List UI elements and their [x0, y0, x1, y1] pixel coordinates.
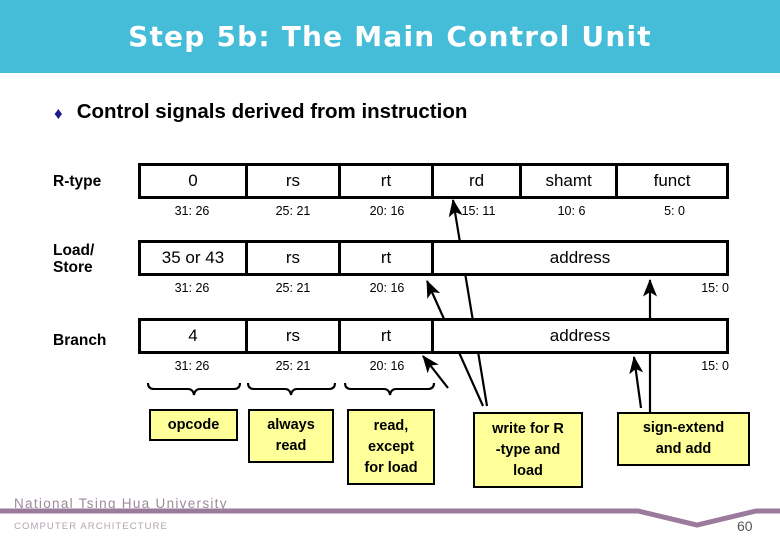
branch-field-rt: rt — [341, 321, 435, 351]
diamond-bullet-icon: ♦ — [54, 103, 63, 123]
branch-format-table: 4 rs rt address — [138, 318, 729, 354]
format-label-load-store: Load/ Store — [53, 242, 94, 276]
brace-rs — [246, 382, 337, 396]
note-always-read-line1: always — [267, 417, 315, 433]
branch-bits-20-16: 20: 16 — [369, 359, 405, 373]
r-type-bits-31-26: 31: 26 — [174, 204, 210, 218]
brace-rt — [343, 382, 436, 396]
note-box-read-except-for-load: read, except for load — [347, 409, 435, 485]
note-write-line1: write for R — [492, 420, 564, 437]
branch-bits-15-0: 15: 0 — [701, 359, 729, 373]
r-type-bits-20-16: 20: 16 — [369, 204, 405, 218]
r-type-field-rt: rt — [341, 166, 434, 196]
r-type-field-rd: rd — [434, 166, 523, 196]
format-label-r-type: R-type — [53, 173, 102, 190]
note-read-except-line2: except — [368, 438, 414, 455]
note-opcode-line1: opcode — [167, 416, 220, 433]
load-store-bits-15-0: 15: 0 — [701, 281, 729, 295]
note-write-line3: load — [513, 462, 543, 479]
r-type-bits-25-21: 25: 21 — [275, 204, 311, 218]
r-type-bits-15-11: 15: 11 — [461, 204, 496, 218]
note-box-always-read: always read — [248, 409, 334, 463]
format-label-branch: Branch — [53, 332, 107, 349]
branch-bits-25-21: 25: 21 — [275, 359, 311, 373]
note-box-sign-extend-and-add: sign-extend and add — [617, 412, 750, 466]
load-store-field-rs: rs — [248, 243, 341, 273]
branch-bits-31-26: 31: 26 — [174, 359, 210, 373]
branch-field-opcode: 4 — [141, 321, 248, 351]
load-store-bits-31-26: 31: 26 — [174, 281, 210, 295]
note-sign-extend-line1: sign-extend — [642, 420, 725, 436]
footer-university: National Tsing Hua University — [14, 496, 228, 511]
load-store-field-opcode: 35 or 43 — [141, 243, 248, 273]
r-type-bit-ranges: 31: 26 25: 21 20: 16 15: 11 10: 6 5: 0 — [138, 204, 729, 222]
bullet-text: Control signals derived from instruction — [76, 100, 468, 123]
note-sign-extend-line2: and add — [655, 441, 712, 457]
branch-field-address: address — [549, 326, 611, 345]
branch-bit-ranges: 31: 26 25: 21 20: 16 15: 0 — [138, 359, 729, 377]
page-number: 60 — [737, 518, 753, 534]
r-type-bits-5-0: 5: 0 — [664, 204, 685, 218]
r-type-bits-10-6: 10: 6 — [557, 204, 586, 218]
note-box-write-for-r-type-and-load: write for R -type and load — [473, 412, 583, 488]
bullet-row: ♦ Control signals derived from instructi… — [54, 100, 467, 124]
r-type-field-funct: funct — [653, 171, 691, 190]
r-type-format-table: 0 rs rt rd shamt funct — [138, 163, 729, 199]
r-type-field-rs: rs — [248, 166, 341, 196]
branch-field-rs: rs — [248, 321, 341, 351]
format-label-load-store-line2: Store — [53, 259, 93, 276]
r-type-field-opcode: 0 — [141, 166, 248, 196]
load-store-field-rt: rt — [341, 243, 435, 273]
footer-course: COMPUTER ARCHITECTURE — [14, 521, 168, 532]
brace-opcode — [146, 382, 242, 396]
note-box-opcode: opcode — [149, 409, 238, 441]
load-store-field-address: address — [549, 248, 611, 267]
format-label-load-store-line1: Load/ — [53, 242, 95, 259]
page-title: Step 5b: The Main Control Unit — [128, 20, 652, 53]
note-always-read-line2: read — [275, 438, 307, 454]
load-store-bit-ranges: 31: 26 25: 21 20: 16 15: 0 — [138, 281, 729, 299]
load-store-bits-25-21: 25: 21 — [275, 281, 311, 295]
r-type-field-shamt: shamt — [522, 166, 619, 196]
load-store-format-table: 35 or 43 rs rt address — [138, 240, 729, 276]
note-read-except-line3: for load — [364, 459, 418, 476]
load-store-bits-20-16: 20: 16 — [369, 281, 405, 295]
note-read-except-line1: read, — [373, 417, 409, 434]
note-write-line2: -type and — [495, 441, 561, 458]
